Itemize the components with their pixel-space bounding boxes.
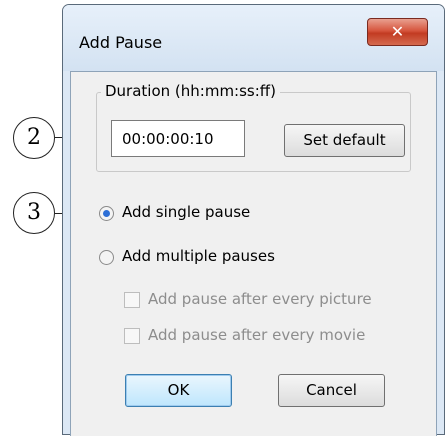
single-pause-radio[interactable] [99, 206, 114, 221]
ok-button[interactable]: OK [125, 374, 232, 407]
set-default-button[interactable]: Set default [284, 124, 405, 157]
close-icon: ✕ [390, 22, 405, 41]
single-pause-label[interactable]: Add single pause [122, 203, 250, 221]
after-every-picture-checkbox[interactable] [124, 292, 140, 308]
multiple-pauses-label[interactable]: Add multiple pauses [122, 247, 275, 265]
callout-3: 3 [13, 192, 55, 234]
dialog-title: Add Pause [79, 33, 163, 52]
duration-input[interactable] [111, 120, 245, 157]
duration-group-label: Duration (hh:mm:ss:ff) [101, 82, 280, 100]
after-every-movie-checkbox[interactable] [124, 328, 140, 344]
after-every-picture-label[interactable]: Add pause after every picture [148, 290, 372, 308]
add-pause-dialog: Add Pause ✕ Duration (hh:mm:ss:ff) Set d… [62, 4, 445, 436]
multiple-pauses-radio[interactable] [99, 250, 114, 265]
title-bar: Add Pause ✕ [63, 5, 444, 71]
dialog-body: Duration (hh:mm:ss:ff) Set default Add s… [70, 71, 437, 436]
close-button[interactable]: ✕ [367, 18, 428, 46]
after-every-movie-label[interactable]: Add pause after every movie [148, 326, 365, 344]
cancel-button[interactable]: Cancel [278, 374, 385, 407]
callout-2: 2 [13, 117, 55, 159]
